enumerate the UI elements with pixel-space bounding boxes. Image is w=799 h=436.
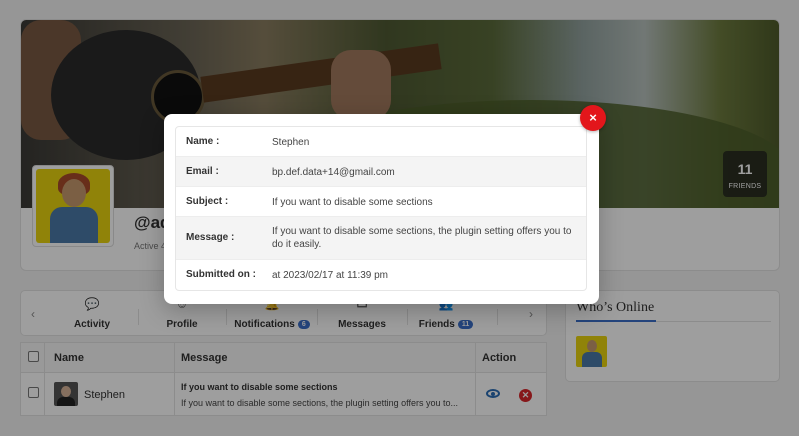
message-details-table: Name : Stephen Email : bp.def.data+14@gm… xyxy=(175,126,587,291)
detail-row-subject: Subject : If you want to disable some se… xyxy=(176,187,586,217)
detail-row-submitted: Submitted on : at 2023/02/17 at 11:39 pm xyxy=(186,269,389,281)
message-details-modal: Name : Stephen Email : bp.def.data+14@gm… xyxy=(164,114,599,304)
detail-row-email: Email : bp.def.data+14@gmail.com xyxy=(176,157,586,187)
detail-row-message: Message : If you want to disable some se… xyxy=(176,217,586,260)
close-modal-button[interactable]: × xyxy=(580,105,606,131)
detail-row-name: Name : Stephen xyxy=(176,127,586,157)
